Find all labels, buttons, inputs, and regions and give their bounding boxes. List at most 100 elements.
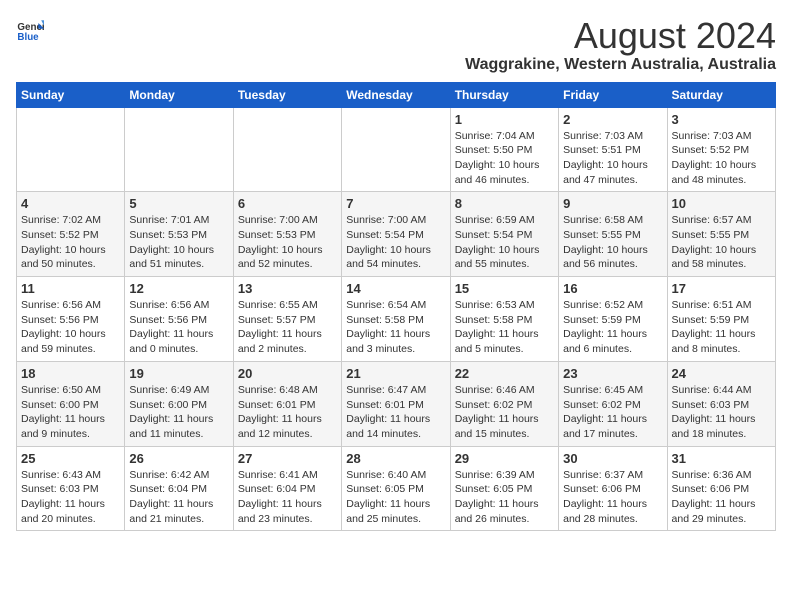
day-number: 8 [455,196,554,211]
weekday-header-wednesday: Wednesday [342,82,450,107]
weekday-header-friday: Friday [559,82,667,107]
logo-icon: General Blue [16,16,44,44]
day-info: Sunrise: 7:00 AM Sunset: 5:54 PM Dayligh… [346,213,445,272]
calendar-cell: 28 Sunrise: 6:40 AM Sunset: 6:05 PM Dayli… [342,446,450,531]
calendar-cell: 3Sunrise: 7:03 AM Sunset: 5:52 PM Daylig… [667,107,775,192]
calendar-cell: 6 Sunrise: 7:00 AM Sunset: 5:53 PM Daylig… [233,192,341,277]
calendar-cell [17,107,125,192]
calendar-cell [233,107,341,192]
day-number: 9 [563,196,662,211]
calendar-cell [125,107,233,192]
day-number: 17 [672,281,771,296]
calendar-cell [342,107,450,192]
day-number: 18 [21,366,120,381]
day-number: 31 [672,451,771,466]
weekday-header-row: SundayMondayTuesdayWednesdayThursdayFrid… [17,82,776,107]
day-info: Sunrise: 6:51 AM Sunset: 5:59 PM Dayligh… [672,298,771,357]
weekday-header-saturday: Saturday [667,82,775,107]
logo: General Blue [16,16,44,44]
day-info: Sunrise: 6:48 AM Sunset: 6:01 PM Dayligh… [238,383,337,442]
day-number: 15 [455,281,554,296]
calendar-cell: 8Sunrise: 6:59 AM Sunset: 5:54 PM Daylig… [450,192,558,277]
day-info: Sunrise: 7:00 AM Sunset: 5:53 PM Dayligh… [238,213,337,272]
calendar-cell: 14Sunrise: 6:54 AM Sunset: 5:58 PM Dayli… [342,277,450,362]
calendar-cell: 12 Sunrise: 6:56 AM Sunset: 5:56 PM Dayli… [125,277,233,362]
day-info: Sunrise: 7:01 AM Sunset: 5:53 PM Dayligh… [129,213,228,272]
week-row-3: 11 Sunrise: 6:56 AM Sunset: 5:56 PM Dayli… [17,277,776,362]
calendar-cell: 29 Sunrise: 6:39 AM Sunset: 6:05 PM Dayli… [450,446,558,531]
day-info: Sunrise: 7:02 AM Sunset: 5:52 PM Dayligh… [21,213,120,272]
day-info: Sunrise: 6:40 AM Sunset: 6:05 PM Dayligh… [346,468,445,527]
day-number: 7 [346,196,445,211]
calendar-cell: 11 Sunrise: 6:56 AM Sunset: 5:56 PM Dayli… [17,277,125,362]
calendar-cell: 15Sunrise: 6:53 AM Sunset: 5:58 PM Dayli… [450,277,558,362]
calendar-cell: 2 Sunrise: 7:03 AM Sunset: 5:51 PM Daylig… [559,107,667,192]
day-info: Sunrise: 6:50 AM Sunset: 6:00 PM Dayligh… [21,383,120,442]
calendar-cell: 13 Sunrise: 6:55 AM Sunset: 5:57 PM Dayli… [233,277,341,362]
day-number: 30 [563,451,662,466]
day-number: 5 [129,196,228,211]
week-row-4: 18 Sunrise: 6:50 AM Sunset: 6:00 PM Dayli… [17,361,776,446]
day-info: Sunrise: 6:56 AM Sunset: 5:56 PM Dayligh… [129,298,228,357]
day-number: 11 [21,281,120,296]
weekday-header-monday: Monday [125,82,233,107]
day-number: 20 [238,366,337,381]
weekday-header-tuesday: Tuesday [233,82,341,107]
day-info: Sunrise: 6:45 AM Sunset: 6:02 PM Dayligh… [563,383,662,442]
weekday-header-sunday: Sunday [17,82,125,107]
day-number: 2 [563,112,662,127]
calendar-cell: 7 Sunrise: 7:00 AM Sunset: 5:54 PM Daylig… [342,192,450,277]
day-number: 12 [129,281,228,296]
subtitle: Waggrakine, Western Australia, Australia [465,56,776,74]
calendar-cell: 4 Sunrise: 7:02 AM Sunset: 5:52 PM Daylig… [17,192,125,277]
week-row-5: 25Sunrise: 6:43 AM Sunset: 6:03 PM Dayli… [17,446,776,531]
day-number: 1 [455,112,554,127]
calendar-cell: 18 Sunrise: 6:50 AM Sunset: 6:00 PM Dayli… [17,361,125,446]
day-info: Sunrise: 6:52 AM Sunset: 5:59 PM Dayligh… [563,298,662,357]
day-info: Sunrise: 6:57 AM Sunset: 5:55 PM Dayligh… [672,213,771,272]
day-info: Sunrise: 6:56 AM Sunset: 5:56 PM Dayligh… [21,298,120,357]
calendar-cell: 5 Sunrise: 7:01 AM Sunset: 5:53 PM Daylig… [125,192,233,277]
day-number: 25 [21,451,120,466]
header: General Blue August 2024 Waggrakine, Wes… [16,16,776,74]
week-row-2: 4 Sunrise: 7:02 AM Sunset: 5:52 PM Daylig… [17,192,776,277]
day-number: 22 [455,366,554,381]
main-title: August 2024 [465,16,776,56]
calendar-cell: 10 Sunrise: 6:57 AM Sunset: 5:55 PM Dayli… [667,192,775,277]
day-info: Sunrise: 6:47 AM Sunset: 6:01 PM Dayligh… [346,383,445,442]
calendar-cell: 21Sunrise: 6:47 AM Sunset: 6:01 PM Dayli… [342,361,450,446]
day-number: 26 [129,451,228,466]
day-number: 27 [238,451,337,466]
day-info: Sunrise: 6:55 AM Sunset: 5:57 PM Dayligh… [238,298,337,357]
day-info: Sunrise: 6:37 AM Sunset: 6:06 PM Dayligh… [563,468,662,527]
day-info: Sunrise: 6:39 AM Sunset: 6:05 PM Dayligh… [455,468,554,527]
day-number: 24 [672,366,771,381]
calendar-cell: 27 Sunrise: 6:41 AM Sunset: 6:04 PM Dayli… [233,446,341,531]
calendar-cell: 24 Sunrise: 6:44 AM Sunset: 6:03 PM Dayli… [667,361,775,446]
day-number: 13 [238,281,337,296]
day-info: Sunrise: 6:42 AM Sunset: 6:04 PM Dayligh… [129,468,228,527]
day-number: 6 [238,196,337,211]
calendar-cell: 22Sunrise: 6:46 AM Sunset: 6:02 PM Dayli… [450,361,558,446]
calendar-cell: 16 Sunrise: 6:52 AM Sunset: 5:59 PM Dayli… [559,277,667,362]
day-number: 28 [346,451,445,466]
svg-text:Blue: Blue [17,32,39,43]
day-number: 23 [563,366,662,381]
day-number: 16 [563,281,662,296]
day-number: 14 [346,281,445,296]
calendar-cell: 26 Sunrise: 6:42 AM Sunset: 6:04 PM Dayli… [125,446,233,531]
day-info: Sunrise: 6:49 AM Sunset: 6:00 PM Dayligh… [129,383,228,442]
day-info: Sunrise: 7:03 AM Sunset: 5:51 PM Dayligh… [563,129,662,188]
calendar-cell: 25Sunrise: 6:43 AM Sunset: 6:03 PM Dayli… [17,446,125,531]
calendar-cell: 17 Sunrise: 6:51 AM Sunset: 5:59 PM Dayli… [667,277,775,362]
day-info: Sunrise: 6:41 AM Sunset: 6:04 PM Dayligh… [238,468,337,527]
day-info: Sunrise: 6:58 AM Sunset: 5:55 PM Dayligh… [563,213,662,272]
week-row-1: 1Sunrise: 7:04 AM Sunset: 5:50 PM Daylig… [17,107,776,192]
day-info: Sunrise: 6:44 AM Sunset: 6:03 PM Dayligh… [672,383,771,442]
day-number: 29 [455,451,554,466]
day-number: 10 [672,196,771,211]
calendar: SundayMondayTuesdayWednesdayThursdayFrid… [16,82,776,532]
calendar-cell: 30 Sunrise: 6:37 AM Sunset: 6:06 PM Dayli… [559,446,667,531]
title-area: August 2024 Waggrakine, Western Australi… [465,16,776,74]
day-number: 4 [21,196,120,211]
